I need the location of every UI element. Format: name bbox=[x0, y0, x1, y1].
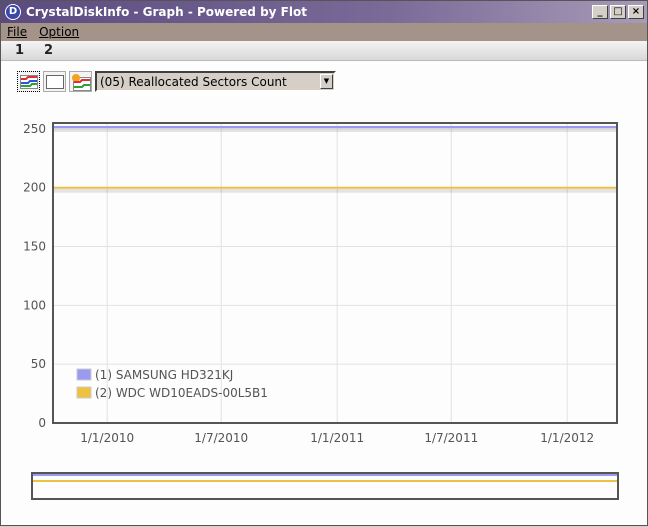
y-tick-label: 50 bbox=[31, 357, 46, 371]
x-tick-label: 1/1/2012 bbox=[540, 431, 594, 445]
x-tick-label: 1/1/2011 bbox=[310, 431, 364, 445]
legend-label: (2) WDC WD10EADS-00L5B1 bbox=[95, 386, 268, 400]
graph-window: D CrystalDiskInfo - Graph - Powered by F… bbox=[0, 0, 648, 526]
x-tick-label: 1/7/2010 bbox=[194, 431, 248, 445]
x-tick-label: 1/7/2011 bbox=[424, 431, 478, 445]
y-tick-label: 200 bbox=[23, 181, 46, 195]
legend-swatch bbox=[76, 386, 92, 399]
y-tick-label: 100 bbox=[23, 298, 46, 312]
y-tick-label: 150 bbox=[23, 240, 46, 254]
overview-panel[interactable] bbox=[31, 472, 619, 500]
graph-area: 0 50 100 150 200 250 1/1/2010 1/7/2010 1/1/2011 1… bbox=[23, 122, 619, 500]
legend-swatch bbox=[76, 368, 92, 381]
legend-label: (1) SAMSUNG HD321KJ bbox=[95, 368, 233, 382]
x-tick-label: 1/1/2010 bbox=[80, 431, 134, 445]
y-tick-label: 250 bbox=[23, 122, 46, 136]
y-tick-label: 0 bbox=[38, 416, 46, 430]
